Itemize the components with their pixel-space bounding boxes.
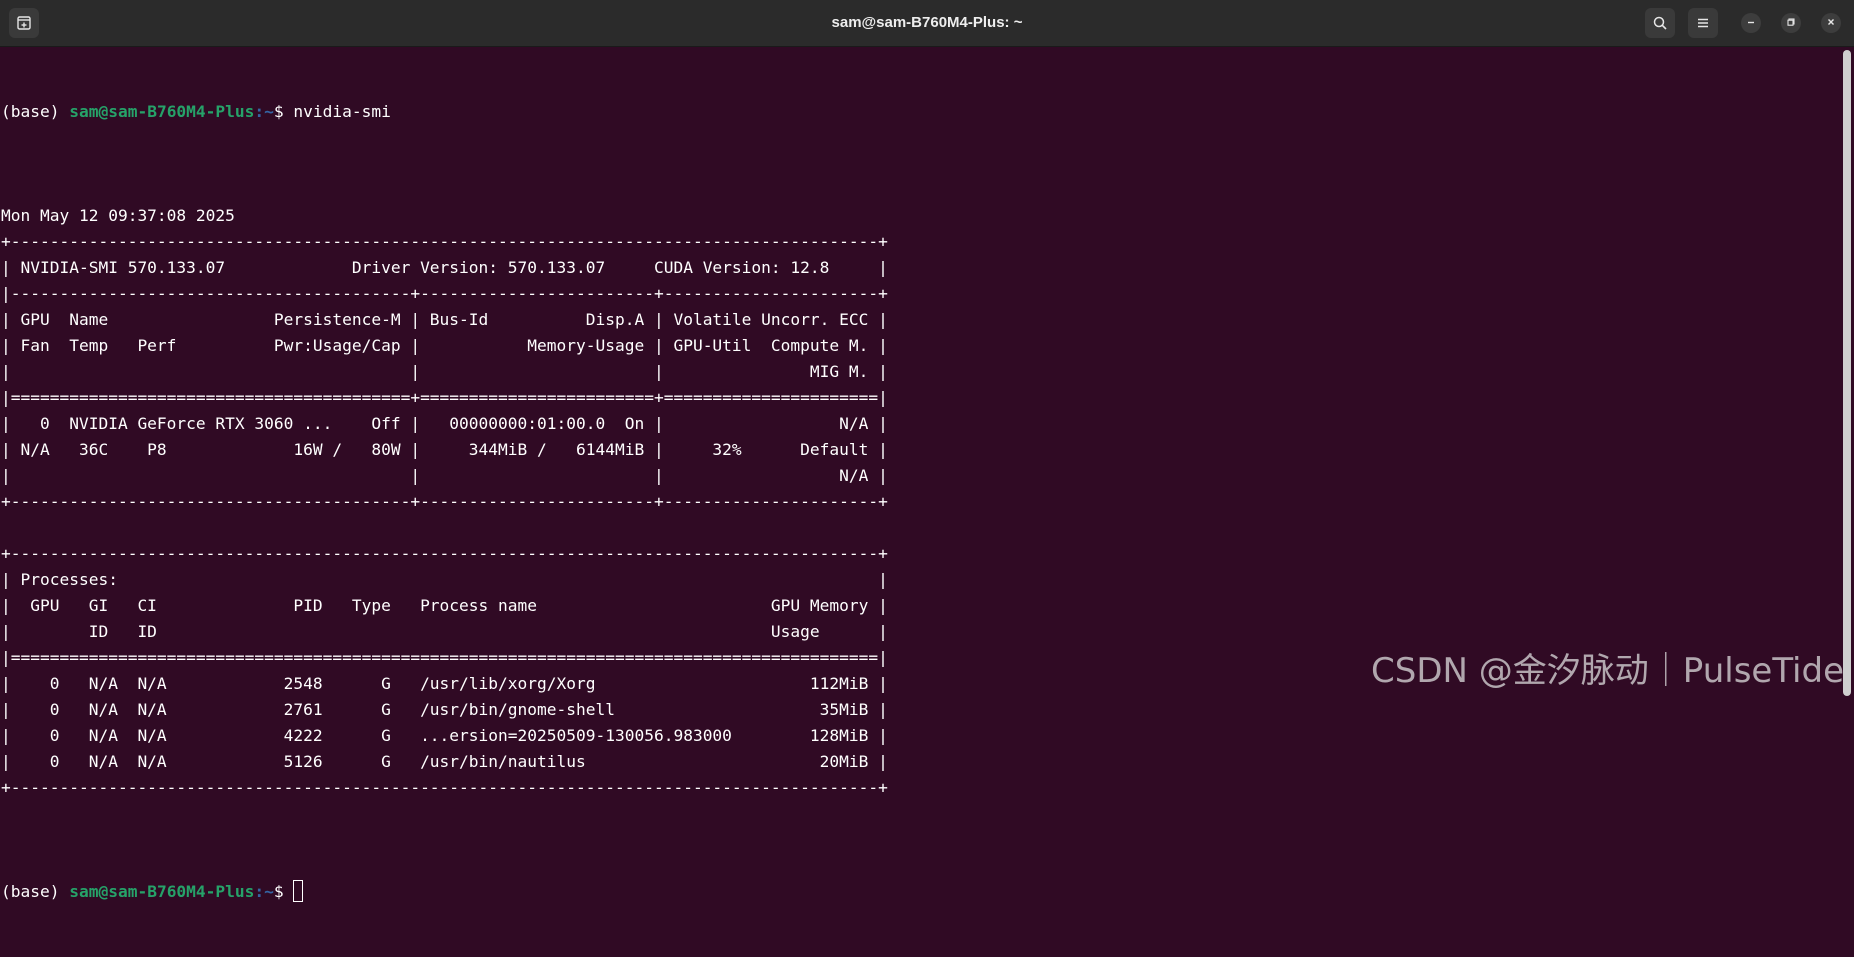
output-line: | Processes: | (1, 570, 888, 589)
maximize-icon (1786, 14, 1796, 32)
window-title: sam@sam-B760M4-Plus: ~ (831, 14, 1023, 31)
close-icon (1826, 14, 1836, 32)
output-line: | ID ID Usage | (1, 622, 888, 641)
prompt-path: :~ (254, 102, 274, 121)
output-line: +---------------------------------------… (1, 778, 888, 797)
output-line: | NVIDIA-SMI 570.133.07 Driver Version: … (1, 258, 888, 277)
active-prompt-line[interactable]: (base) sam@sam-B760M4-Plus:~$ (1, 879, 1851, 905)
terminal-window: sam@sam-B760M4-Plus: ~ (base) sam@sam-B7… (0, 0, 1854, 902)
output-line: | 0 NVIDIA GeForce RTX 3060 ... Off | 00… (1, 414, 888, 433)
prompt-user-host: sam@sam-B760M4-Plus (69, 882, 255, 901)
prompt-env: (base) (1, 102, 70, 121)
command-output: Mon May 12 09:37:08 2025 +---------------… (1, 203, 1851, 801)
text-cursor (293, 880, 304, 902)
maximize-button[interactable] (1781, 13, 1801, 33)
prompt-symbol: $ (273, 882, 294, 901)
output-line: | GPU GI CI PID Type Process name GPU Me… (1, 596, 888, 615)
search-icon (1652, 15, 1668, 31)
prompt-symbol: $ (273, 102, 294, 121)
minimize-button[interactable] (1741, 13, 1761, 33)
output-line: | 0 N/A N/A 2761 G /usr/bin/gnome-shell … (1, 700, 888, 719)
new-tab-button[interactable] (9, 8, 39, 38)
output-line: | | | N/A | (1, 466, 888, 485)
search-button[interactable] (1645, 8, 1675, 38)
command-text: nvidia-smi (293, 102, 391, 121)
output-line: |---------------------------------------… (1, 284, 888, 303)
output-line: | N/A 36C P8 16W / 80W | 344MiB / 6144Mi… (1, 440, 888, 459)
scrollbar[interactable] (1843, 50, 1851, 696)
close-button[interactable] (1821, 13, 1841, 33)
output-line: | GPU Name Persistence-M | Bus-Id Disp.A… (1, 310, 888, 329)
prompt-env: (base) (1, 882, 70, 901)
output-line: |=======================================… (1, 388, 888, 407)
hamburger-menu-icon (1695, 15, 1711, 31)
prompt-path: :~ (254, 882, 274, 901)
title-bar: sam@sam-B760M4-Plus: ~ (0, 0, 1854, 47)
menu-button[interactable] (1688, 8, 1718, 38)
output-line: Mon May 12 09:37:08 2025 (1, 206, 235, 225)
command-line: (base) sam@sam-B760M4-Plus:~$ nvidia-smi (1, 99, 1851, 125)
output-line: | 0 N/A N/A 5126 G /usr/bin/nautilus 20M… (1, 752, 888, 771)
terminal-content[interactable]: (base) sam@sam-B760M4-Plus:~$ nvidia-smi… (0, 47, 1851, 902)
prompt-user-host: sam@sam-B760M4-Plus (69, 102, 255, 121)
output-line: +---------------------------------------… (1, 492, 888, 511)
output-line: +---------------------------------------… (1, 232, 888, 251)
minimize-icon (1746, 14, 1756, 32)
new-tab-icon (16, 15, 32, 31)
output-line: | Fan Temp Perf Pwr:Usage/Cap | Memory-U… (1, 336, 888, 355)
output-line: | 0 N/A N/A 4222 G ...ersion=20250509-13… (1, 726, 888, 745)
output-line: +---------------------------------------… (1, 544, 888, 563)
watermark: CSDN @金汐脉动｜PulseTide (1371, 651, 1844, 691)
output-line: | | | MIG M. | (1, 362, 888, 381)
